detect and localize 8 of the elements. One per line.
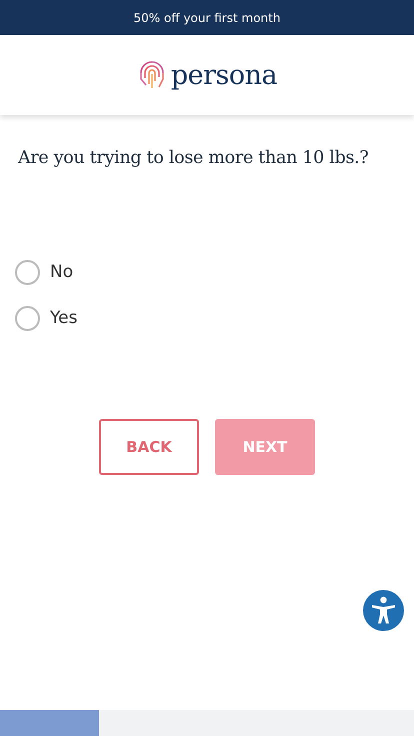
promo-banner-text: 50% off your first month <box>134 10 280 26</box>
radio-icon[interactable] <box>15 306 40 331</box>
logo-wordmark: persona <box>170 62 278 88</box>
radio-icon[interactable] <box>15 260 40 285</box>
radio-option[interactable]: No <box>15 259 74 286</box>
accessibility-icon[interactable] <box>363 590 404 631</box>
question-heading: Are you trying to lose more than 10 lbs.? <box>18 147 370 170</box>
radio-option[interactable]: Yes <box>15 305 78 332</box>
